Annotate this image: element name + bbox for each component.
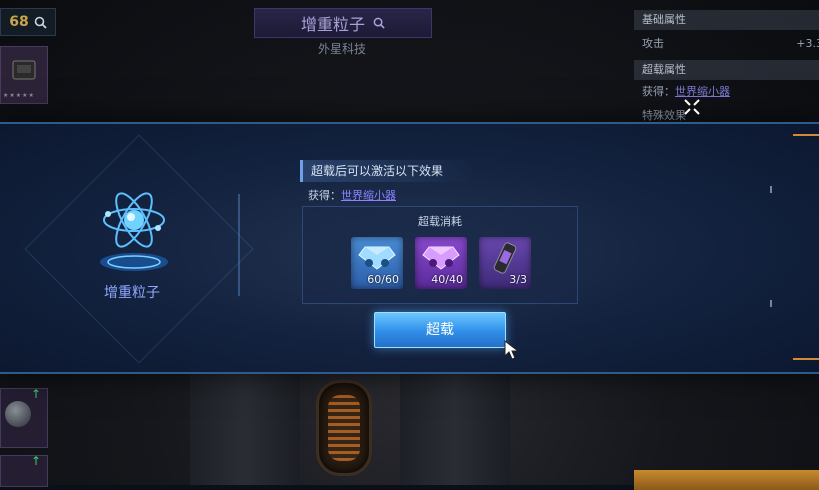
rarity-stars: ★★★★★ <box>3 92 35 99</box>
power-value: 68 <box>9 14 29 30</box>
attack-value: +3.3 <box>796 37 819 50</box>
attribute-panel: 基础属性 攻击 +3.3 超载属性 获得：世界缩小器 特殊效果 <box>634 10 819 122</box>
effect-title: 超载后可以激活以下效果 <box>300 160 476 182</box>
attack-label: 攻击 <box>642 37 664 50</box>
cost-item-purple-crystal[interactable]: 40/40 <box>415 237 467 289</box>
upgrade-arrow-icon: ↑ <box>30 454 41 468</box>
modal-corner-deco <box>793 358 819 360</box>
attack-row: 攻击 +3.3 <box>634 34 819 54</box>
cost-panel: 超载消耗 60/60 40/40 3/3 <box>302 206 578 304</box>
cost-count: 40/40 <box>431 273 463 286</box>
item-subtitle: 外星科技 <box>317 42 366 56</box>
overload-modal: 增重粒子 超载后可以激活以下效果 获得：世界缩小器 超载消耗 60/60 40/… <box>0 122 819 374</box>
overload-attributes-header: 超载属性 <box>634 60 819 80</box>
canister-icon <box>493 242 517 274</box>
base-attributes-header: 基础属性 <box>634 10 819 30</box>
cost-item-canister[interactable]: 3/3 <box>479 237 531 289</box>
item-card-top[interactable]: ★★★★★ <box>0 46 48 104</box>
device-icon <box>12 60 36 80</box>
cost-item-blue-crystal[interactable]: 60/60 <box>351 237 403 289</box>
scroll-indicator <box>770 300 772 307</box>
vertical-divider <box>238 194 240 296</box>
modal-item-name: 增重粒子 <box>104 285 160 301</box>
atom-icon <box>100 192 168 271</box>
upgrade-arrow-icon: ↑ <box>30 387 41 401</box>
pointer-cursor-icon <box>504 340 520 360</box>
power-indicator[interactable]: 68 <box>0 8 56 36</box>
bottom-action-button[interactable] <box>634 470 819 490</box>
scroll-indicator <box>770 186 772 193</box>
search-icon <box>34 16 47 29</box>
modal-obtain-prefix: 获得： <box>308 189 341 202</box>
item-title-bar[interactable]: 增重粒子 <box>254 8 432 38</box>
purple-crystal-icon <box>422 246 460 270</box>
background-door <box>316 380 372 476</box>
search-icon <box>373 17 385 29</box>
modal-obtain-link[interactable]: 世界缩小器 <box>341 189 396 202</box>
sphere-icon <box>5 401 31 427</box>
background-pillar <box>400 360 510 485</box>
obtain-row: 获得：世界缩小器 <box>634 82 819 102</box>
cost-count: 60/60 <box>367 273 399 286</box>
obtain-link[interactable]: 世界缩小器 <box>675 85 730 98</box>
item-card-bottom[interactable]: ↑ <box>0 387 48 448</box>
modal-obtain-row: 获得：世界缩小器 <box>308 187 396 203</box>
background-pillar <box>190 360 300 485</box>
modal-corner-deco <box>793 134 819 136</box>
overload-button[interactable]: 超载 <box>374 312 506 348</box>
item-title: 增重粒子 <box>300 15 365 34</box>
item-card-bottom-2[interactable]: ↑ <box>0 454 48 487</box>
crosshair-icon <box>684 99 700 115</box>
obtain-prefix: 获得： <box>642 85 675 98</box>
cost-count: 3/3 <box>509 273 527 286</box>
cost-title: 超载消耗 <box>418 215 462 228</box>
blue-crystal-icon <box>358 246 396 270</box>
